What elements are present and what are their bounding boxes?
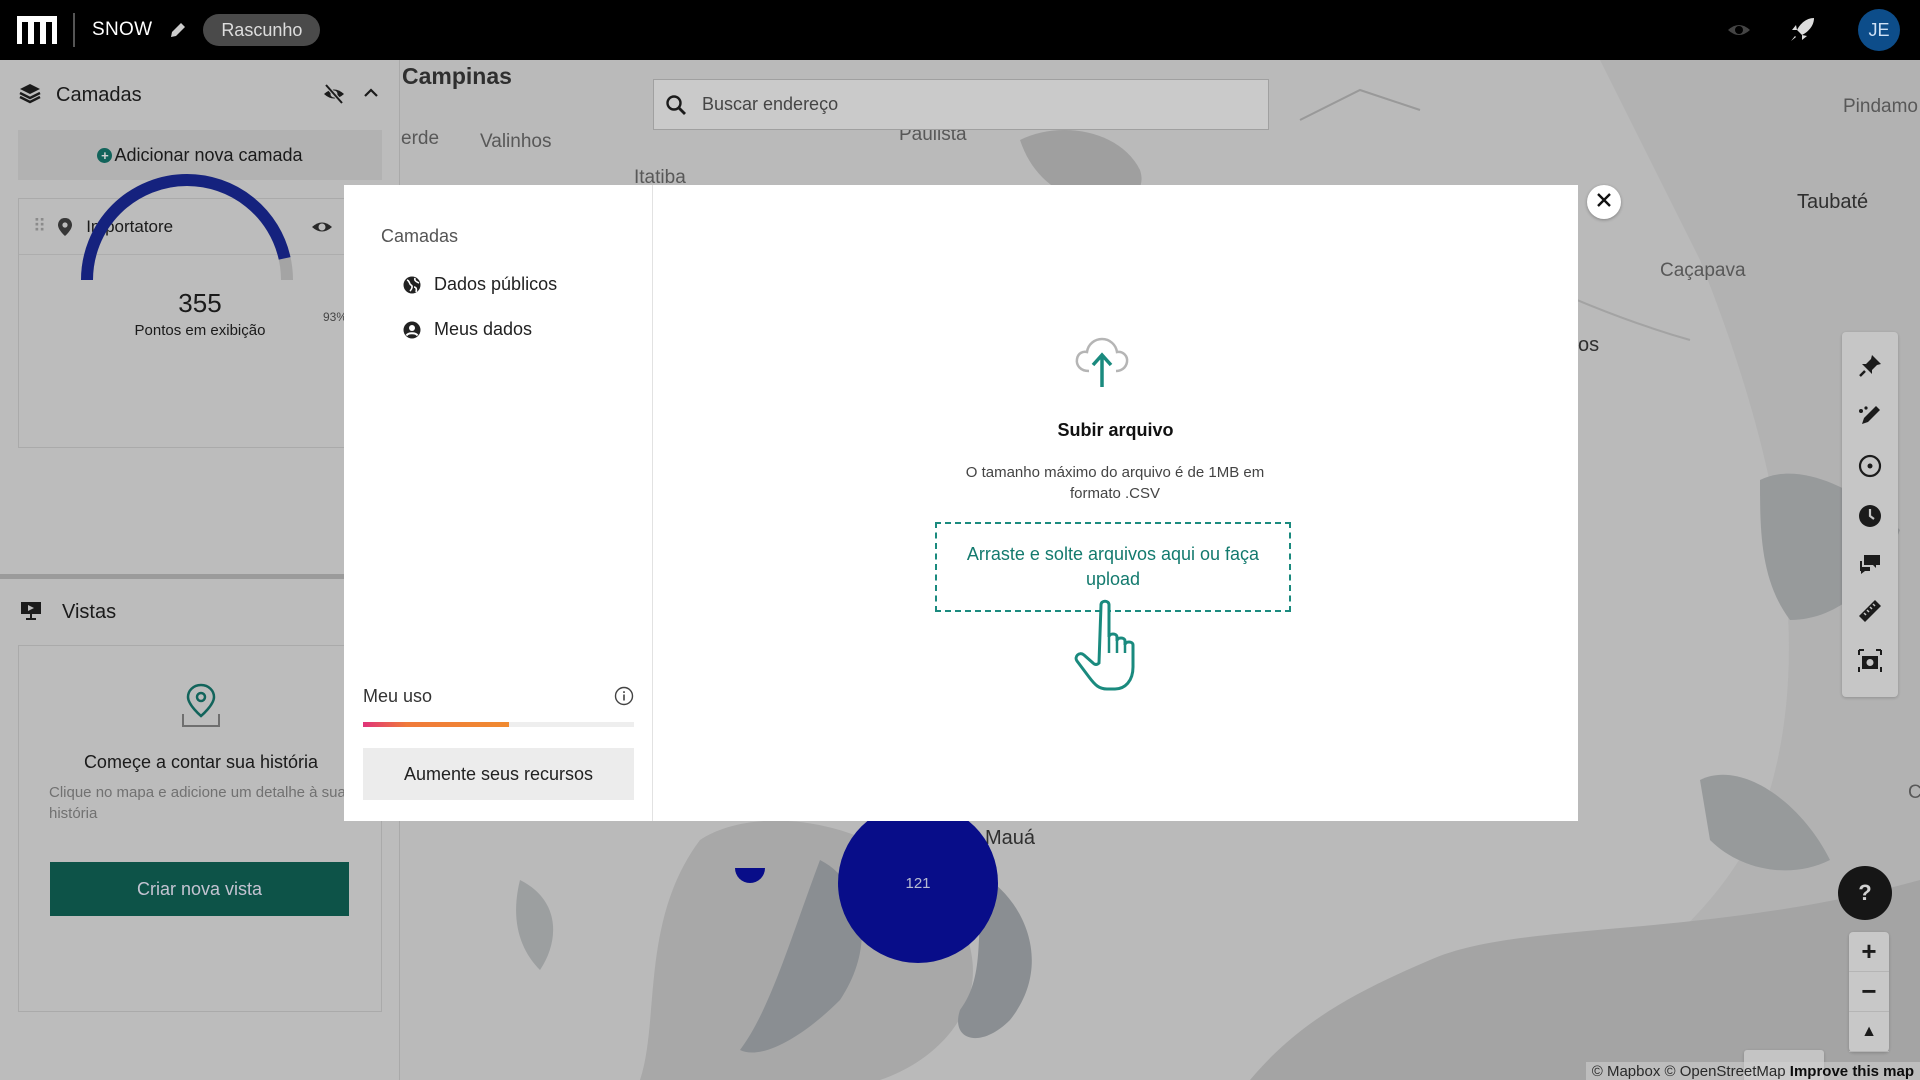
logo-separator: [73, 13, 75, 47]
pencil-icon[interactable]: [168, 20, 188, 40]
upload-modal: Camadas Dados públicos Meus dados Meu us…: [344, 185, 1578, 821]
sidebar-item-public-data[interactable]: Dados públicos: [402, 274, 557, 295]
globe-icon: [403, 276, 421, 293]
modal-sidebar-title: Camadas: [381, 226, 459, 246]
sidebar-item-label: Meus dados: [434, 319, 533, 339]
upload-description: O tamanho máximo do arquivo é de 1MB em …: [965, 464, 1265, 502]
rocket-icon[interactable]: [1788, 16, 1816, 44]
avatar[interactable]: JE: [1858, 9, 1900, 51]
status-badge[interactable]: Rascunho: [203, 14, 321, 46]
app-logo[interactable]: [17, 16, 57, 44]
usage-progress-bar: [363, 722, 634, 727]
project-name: SNOW: [92, 19, 153, 40]
close-icon: [1596, 192, 1612, 213]
info-icon[interactable]: [614, 686, 634, 706]
usage-progress-fill: [363, 722, 510, 727]
usage-label: Meu uso: [363, 686, 433, 706]
cloud-upload-icon: [1073, 335, 1131, 391]
upload-title: Subir arquivo: [1057, 420, 1174, 440]
top-bar: SNOW Rascunho JE: [0, 0, 1920, 60]
upgrade-resources-button[interactable]: Aumente seus recursos: [363, 748, 634, 800]
sidebar-item-my-data[interactable]: Meus dados: [402, 319, 532, 340]
hand-pointer-icon: [1071, 597, 1151, 693]
close-modal-button[interactable]: [1587, 185, 1621, 219]
sidebar-item-label: Dados públicos: [434, 274, 558, 294]
preview-eye-icon[interactable]: [1726, 17, 1752, 43]
modal-sidebar: Camadas Dados públicos Meus dados Meu us…: [344, 185, 653, 821]
upload-panel: Subir arquivo O tamanho máximo do arquiv…: [653, 185, 1578, 821]
user-circle-icon: [403, 321, 421, 338]
